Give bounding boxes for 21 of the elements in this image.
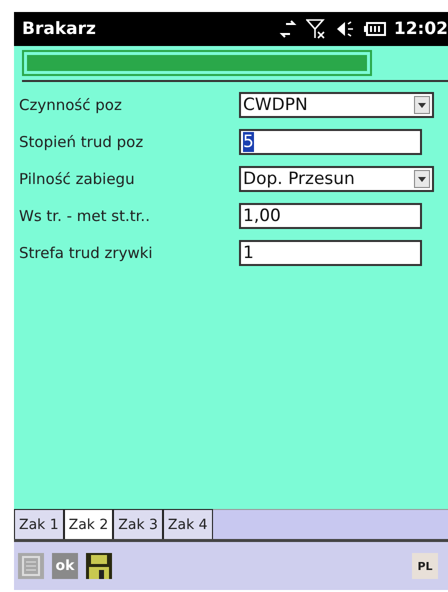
battery-icon: [364, 22, 386, 36]
input-field[interactable]: 1,00: [239, 203, 422, 229]
field-label: Stopień trud poz: [19, 133, 144, 151]
dropdown-field[interactable]: Dop. Przesun: [239, 166, 434, 192]
input-field[interactable]: 5: [239, 129, 422, 155]
clock-time: 12:02: [394, 19, 448, 39]
field-label: Czynność poz: [19, 96, 123, 114]
input-field[interactable]: 1: [239, 240, 422, 266]
tab[interactable]: Zak 3: [113, 509, 163, 539]
field-label: Pilność zabiegu: [19, 170, 136, 188]
app-title: Brakarz: [22, 19, 96, 39]
field-label: Ws tr. - met st.tr..: [19, 207, 151, 225]
speaker-icon: [336, 20, 356, 38]
dropdown-field[interactable]: CWDPN: [239, 92, 434, 118]
tab[interactable]: Zak 2: [64, 509, 114, 539]
sync-arrows-icon: [278, 20, 298, 38]
tab[interactable]: Zak 4: [162, 509, 213, 539]
tab[interactable]: Zak 1: [14, 509, 64, 539]
field-label: Strefa trud zrywki: [19, 244, 154, 262]
save-icon[interactable]: [86, 553, 112, 579]
language-button[interactable]: PL: [412, 553, 438, 579]
